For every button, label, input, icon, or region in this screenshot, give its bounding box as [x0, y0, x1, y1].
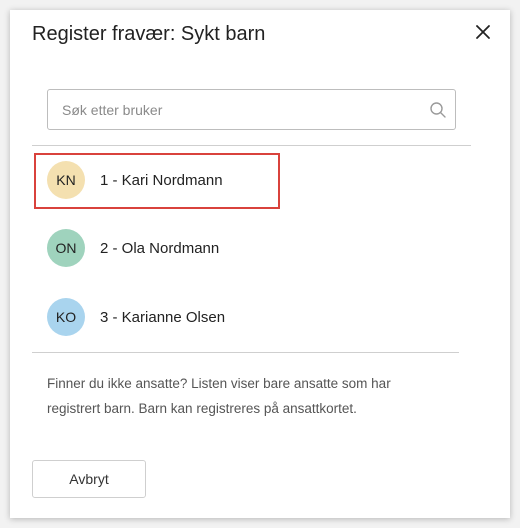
user-name: 1 - Kari Nordmann	[100, 172, 223, 189]
avatar: ON	[47, 229, 85, 267]
divider-top	[32, 145, 471, 146]
close-button[interactable]	[470, 19, 496, 45]
avatar: KN	[47, 161, 85, 199]
info-text: Finner du ikke ansatte? Listen viser bar…	[47, 376, 391, 416]
user-name: 3 - Karianne Olsen	[100, 309, 226, 326]
close-icon	[476, 25, 490, 39]
divider-bottom	[32, 352, 459, 353]
search-field	[47, 89, 456, 130]
user-name: 2 - Ola Nordmann	[100, 240, 220, 257]
dialog: Register fravær: Sykt barn KN 1 - Kari No…	[10, 10, 510, 518]
dialog-title: Register fravær: Sykt barn	[32, 23, 266, 45]
search-icon[interactable]	[429, 101, 447, 119]
user-row[interactable]: KN 1 - Kari Nordmann	[34, 153, 280, 209]
cancel-button[interactable]: Avbryt	[32, 460, 146, 498]
user-row[interactable]: KO 3 - Karianne Olsen	[34, 290, 280, 346]
search-input[interactable]	[48, 90, 418, 129]
avatar: KO	[47, 298, 85, 336]
user-row[interactable]: ON 2 - Ola Nordmann	[34, 221, 280, 277]
